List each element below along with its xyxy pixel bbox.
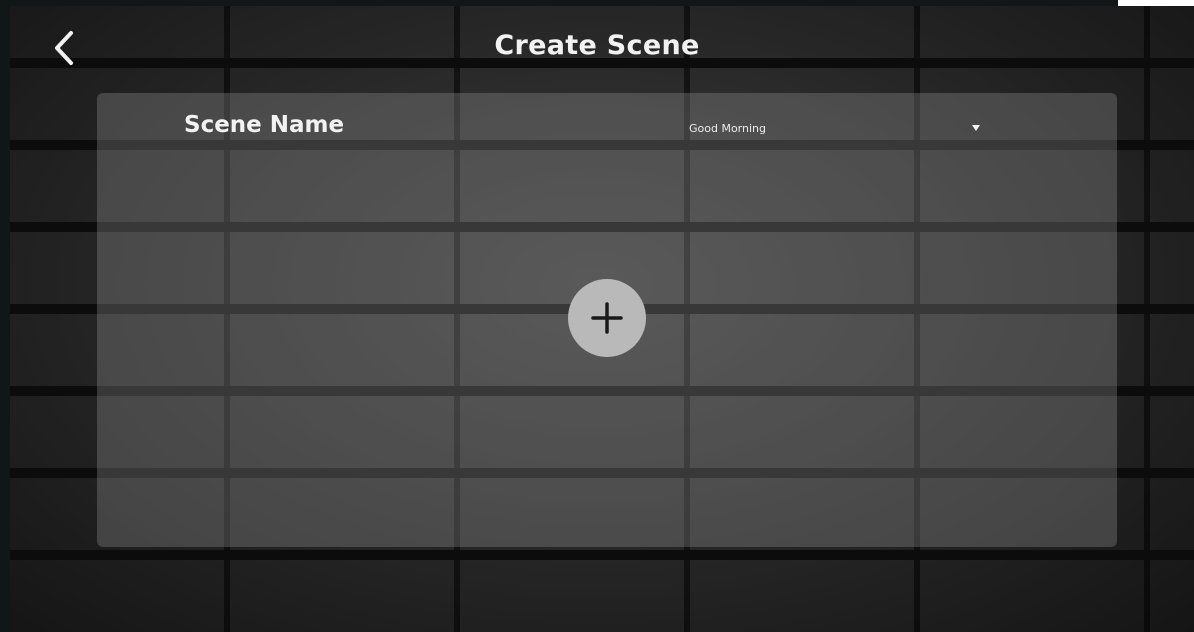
create-scene-screen: Create Scene Scene Name Good Morning [0, 0, 1194, 632]
plus-icon [591, 302, 623, 334]
top-right-corner [1118, 0, 1194, 6]
add-device-button[interactable] [568, 279, 646, 357]
left-edge [0, 0, 10, 632]
caret-down-icon [972, 125, 980, 131]
scene-name-label: Scene Name [184, 112, 345, 138]
top-edge [0, 0, 1194, 6]
scene-name-value: Good Morning [689, 121, 766, 135]
scene-name-dropdown[interactable]: Good Morning [681, 117, 981, 139]
scene-panel: Scene Name Good Morning [97, 93, 1117, 547]
page-title: Create Scene [494, 30, 700, 61]
